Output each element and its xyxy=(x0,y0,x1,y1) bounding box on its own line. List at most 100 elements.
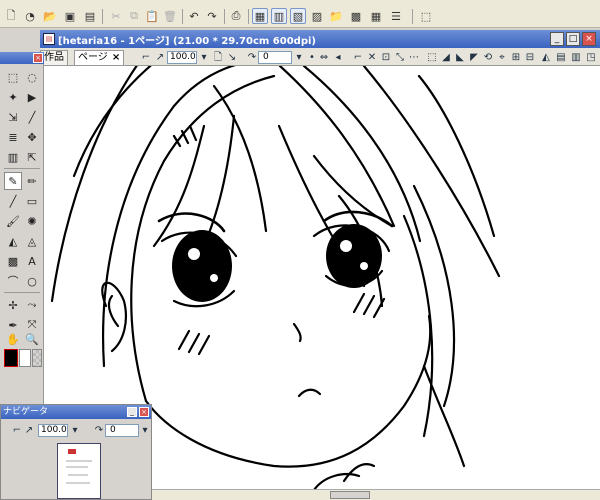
layer-view-icon[interactable]: ▥ xyxy=(570,51,582,64)
guide-icon[interactable]: ⊟ xyxy=(524,51,536,64)
tab-work[interactable]: 作品 xyxy=(40,50,68,65)
page-view-icon[interactable]: ⌐ xyxy=(140,51,152,64)
dotted-icon[interactable]: ⋯ xyxy=(408,51,420,64)
transparent-color-swatch[interactable] xyxy=(32,349,42,367)
navigator-zoom-dropdown-icon[interactable]: ▾ xyxy=(69,424,81,437)
rotate-left-icon[interactable]: • xyxy=(306,51,318,64)
delete-icon[interactable]: 🗑 xyxy=(162,8,178,24)
fill-tool-icon[interactable]: ◭ xyxy=(4,232,22,250)
rotate-icon[interactable]: ↷ xyxy=(246,51,258,64)
zoom-tool-icon[interactable]: ↗ xyxy=(154,51,166,64)
minimize-button[interactable]: _ xyxy=(550,32,564,46)
copy-icon[interactable]: ⧉ xyxy=(126,8,142,24)
settings-icon[interactable]: ☰ xyxy=(388,8,404,24)
pen-tool-icon[interactable]: ✎ xyxy=(4,172,22,190)
maximize-button[interactable]: □ xyxy=(566,32,580,46)
tool-palette-close-icon[interactable]: × xyxy=(33,53,43,63)
scale-tool-icon[interactable]: ⇱ xyxy=(23,148,41,166)
save-icon[interactable]: ▣ xyxy=(62,8,78,24)
new-icon[interactable]: 🗋 xyxy=(3,8,19,24)
tool-palette-header[interactable]: × xyxy=(0,52,44,64)
arrow-up-icon[interactable]: ◭ xyxy=(540,51,552,64)
perspective-icon[interactable]: ⬚ xyxy=(426,51,438,64)
undo-icon[interactable]: ↶ xyxy=(186,8,202,24)
print-icon[interactable]: ⎙ xyxy=(228,8,244,24)
grid-icon[interactable]: ▦ xyxy=(368,8,384,24)
close-button[interactable]: × xyxy=(582,32,596,46)
fullscreen-icon[interactable]: ⬚ xyxy=(418,8,434,24)
color-icon[interactable]: ▩ xyxy=(348,8,364,24)
open-folder-icon[interactable]: 📂 xyxy=(42,8,58,24)
rotation-input[interactable]: 0 xyxy=(258,51,292,64)
pattern-fill-tool-icon[interactable]: ◬ xyxy=(23,232,41,250)
flip-vertical-icon[interactable]: ◂ xyxy=(332,51,344,64)
page-icon[interactable]: ▨ xyxy=(309,8,325,24)
tab-page[interactable]: ページ × xyxy=(74,50,125,65)
horizontal-scrollbar[interactable] xyxy=(150,489,600,500)
navigator-header[interactable]: ナビゲータ _ × xyxy=(1,405,151,419)
spray-tool-icon[interactable]: ✺ xyxy=(23,212,41,230)
zoom-input[interactable]: 100.0 xyxy=(167,51,197,64)
navigator-zoom-icon[interactable]: ↗ xyxy=(23,424,35,437)
document-titlebar[interactable]: ▤ [hetaria16 - 1ページ] (21.00 * 29.70cm 60… xyxy=(40,30,600,48)
navigator-rotation-dropdown-icon[interactable]: ▾ xyxy=(139,424,151,437)
magic-wand-tool-icon[interactable]: ✦ xyxy=(4,88,22,106)
folder-icon[interactable]: 📁 xyxy=(328,8,344,24)
zoom-dropdown-icon[interactable]: ▾ xyxy=(198,51,210,64)
warp-icon[interactable]: ⟲ xyxy=(482,51,494,64)
tab-close-icon[interactable]: × xyxy=(112,52,120,63)
save-as-icon[interactable]: ▤ xyxy=(82,8,98,24)
ruler-tool-icon[interactable]: ✢ xyxy=(4,296,22,314)
scrollbar-thumb[interactable] xyxy=(330,491,370,499)
flip-icon[interactable]: ◣ xyxy=(454,51,466,64)
curve-tool-icon[interactable]: ⌒ xyxy=(4,272,22,290)
move-tool-icon[interactable]: ✥ xyxy=(23,128,41,146)
scale-icon[interactable]: ⤡ xyxy=(394,51,406,64)
ruler-v-icon[interactable]: ▤ xyxy=(555,51,567,64)
film-tool-icon[interactable]: ▥ xyxy=(4,148,22,166)
vector-tool-icon[interactable]: ⤳ xyxy=(23,296,41,314)
main-color-swatch[interactable] xyxy=(4,349,18,367)
cut-icon[interactable]: ✂ xyxy=(108,8,124,24)
triangle-icon[interactable]: ◢ xyxy=(440,51,452,64)
select-icon[interactable]: ⊡ xyxy=(380,51,392,64)
window-icon[interactable]: ▦ xyxy=(252,8,268,24)
properties-icon[interactable]: ▧ xyxy=(290,8,306,24)
fit-page-icon[interactable]: 🗋 xyxy=(212,51,224,64)
zoom-tool-icon[interactable]: 🔍 xyxy=(23,330,41,348)
navigator-thumbnail[interactable] xyxy=(57,443,101,499)
mirror-icon[interactable]: ◤ xyxy=(468,51,480,64)
navigator-rotate-icon[interactable]: ↷ xyxy=(93,424,105,437)
paste-icon[interactable]: 📋 xyxy=(144,8,160,24)
ruler-icon[interactable]: ⌐ xyxy=(352,51,364,64)
navigator-fit-icon[interactable]: ⌐ xyxy=(11,424,23,437)
lasso-tool-icon[interactable]: ◌ xyxy=(23,68,41,86)
open-icon[interactable]: ◔ xyxy=(22,8,38,24)
eraser-tool-icon[interactable]: ▭ xyxy=(23,192,41,210)
gradient-tool-icon[interactable]: ▩ xyxy=(4,252,22,270)
ellipse-tool-icon[interactable]: ○ xyxy=(23,272,41,290)
fit-width-icon[interactable]: ↘ xyxy=(226,51,238,64)
redo-icon[interactable]: ↷ xyxy=(204,8,220,24)
flip-horizontal-icon[interactable]: ⇔ xyxy=(318,51,330,64)
rotation-dropdown-icon[interactable]: ▾ xyxy=(293,51,305,64)
navigator-minimize-icon[interactable]: _ xyxy=(127,407,137,417)
marker-tool-icon[interactable]: ╱ xyxy=(4,192,22,210)
layer-move-tool-icon[interactable]: ⇲ xyxy=(4,108,22,126)
sub-color-swatch[interactable] xyxy=(19,349,31,367)
navigator-rotation-input[interactable]: 0 xyxy=(105,424,139,437)
extra-icon[interactable]: ◳ xyxy=(585,51,597,64)
hand-tool-icon[interactable]: ✋ xyxy=(4,330,22,348)
grid-snap-icon[interactable]: ⊞ xyxy=(510,51,522,64)
navigator-zoom-input[interactable]: 100.0 xyxy=(38,424,68,437)
pencil-tool-icon[interactable]: ✏ xyxy=(23,172,41,190)
text-tool-icon[interactable]: A xyxy=(23,252,41,270)
marquee-tool-icon[interactable]: ⬚ xyxy=(4,68,22,86)
navigator-close-icon[interactable]: × xyxy=(139,407,149,417)
brush-tool-icon[interactable]: 🖌 xyxy=(4,212,22,230)
object-select-tool-icon[interactable]: ▶ xyxy=(23,88,41,106)
eyedropper-tool-icon[interactable]: ╱ xyxy=(23,108,41,126)
layer-icon[interactable]: ▥ xyxy=(271,8,287,24)
transform-icon[interactable]: ✕ xyxy=(366,51,378,64)
stack-tool-icon[interactable]: ≣ xyxy=(4,128,22,146)
